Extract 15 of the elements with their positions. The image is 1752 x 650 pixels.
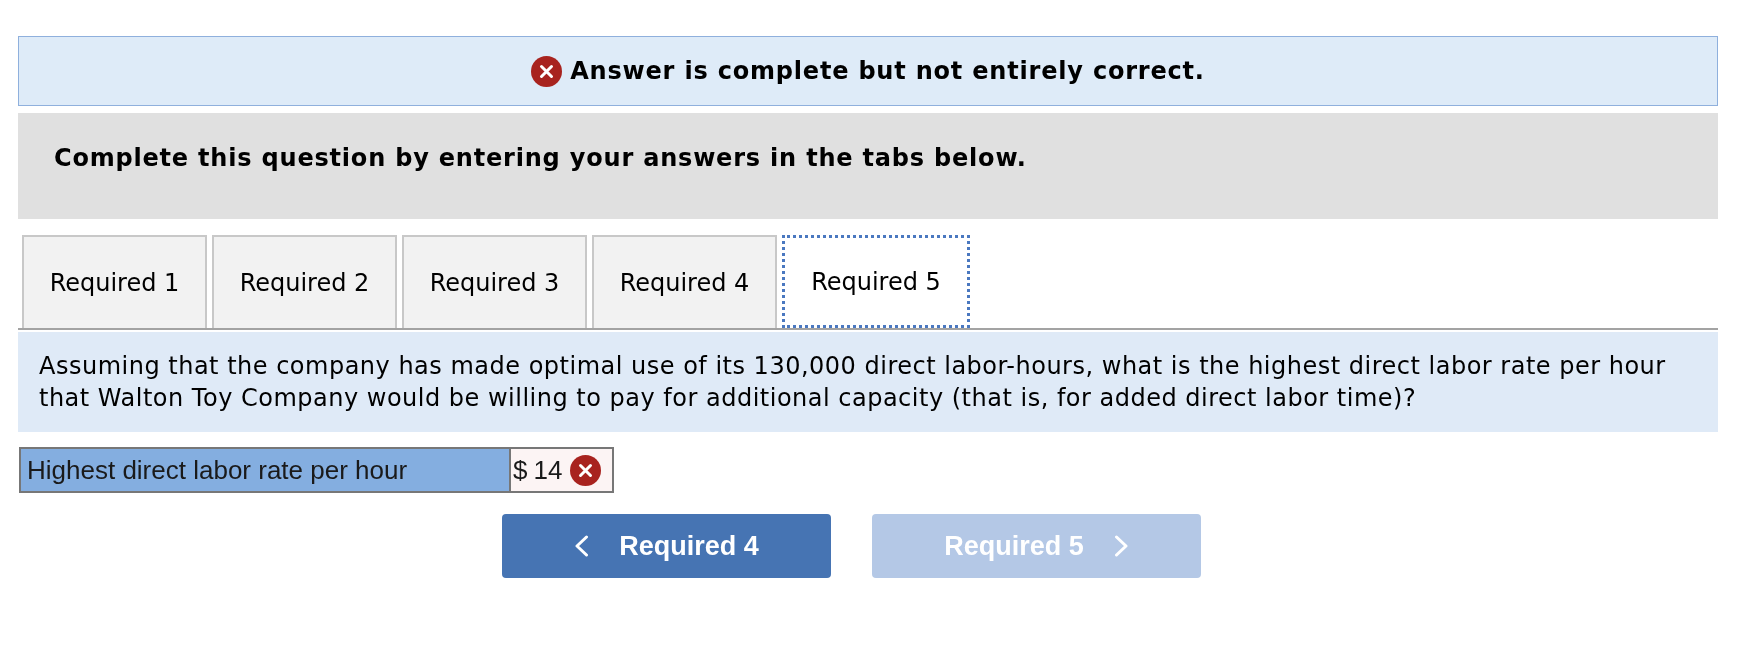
tab[interactable]: Required 2 xyxy=(212,235,397,328)
nav-button[interactable]: Required 4 xyxy=(502,514,831,578)
question-text: Assuming that the company has made optimal use of its 130,000 direct labor-hours, what is the highest direct labor rate per hour that Walton Toy Company would be willing to pay for additional capacity (that is, for added direct labor time)? xyxy=(39,351,1667,414)
answer-field[interactable]: $ 14 xyxy=(511,447,614,493)
tab[interactable]: Required 4 xyxy=(592,235,777,328)
answer-value: 14 xyxy=(533,453,563,487)
chevron-right-icon xyxy=(1113,535,1129,557)
tab[interactable]: Required 5 xyxy=(782,235,970,328)
tab[interactable]: Required 1 xyxy=(22,235,207,328)
tab[interactable]: Required 3 xyxy=(402,235,587,328)
currency-symbol: $ xyxy=(513,453,528,487)
feedback-message: Answer is complete but not entirely correct. xyxy=(570,57,1205,85)
answer-label: Highest direct labor rate per hour xyxy=(19,447,511,493)
chevron-left-icon xyxy=(574,535,590,557)
instructions-text: Complete this question by entering your answers in the tabs below. xyxy=(54,144,1027,172)
